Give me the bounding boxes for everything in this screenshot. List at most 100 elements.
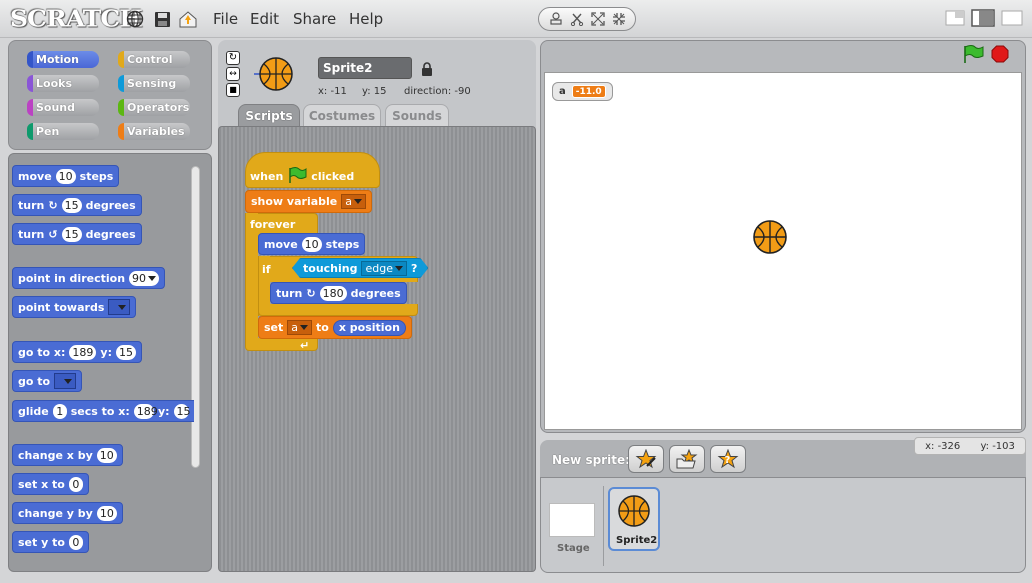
green-flag-icon (287, 166, 307, 186)
palette-scrollbar[interactable] (191, 166, 200, 468)
set-variable-block[interactable]: set a to x position (258, 316, 412, 339)
move-steps-block[interactable]: move 10 steps (258, 233, 366, 255)
block-input[interactable]: 1 (52, 403, 67, 419)
green-flag-icon[interactable] (962, 45, 984, 63)
coord-value: -326 (937, 440, 961, 452)
block-input[interactable]: 0 (68, 534, 83, 550)
touching-dropdown[interactable]: edge (361, 261, 407, 276)
paint-new-sprite-button[interactable] (628, 445, 664, 473)
block-input[interactable]: 10 (96, 447, 117, 463)
rotate-ccw-icon: ↺ (48, 227, 58, 241)
x-position-reporter[interactable]: x position (332, 319, 406, 336)
sprite-name-input[interactable]: Sprite2 (318, 57, 412, 79)
duplicate-stamp-icon[interactable] (547, 10, 565, 28)
block-input[interactable]: 180 (319, 285, 347, 301)
category-pen-label: Pen (36, 125, 60, 138)
stage-thumbnail[interactable] (549, 503, 595, 537)
palette-move-block[interactable]: move 10 steps (12, 165, 120, 187)
palette-set-x-block[interactable]: set x to 0 (12, 473, 89, 495)
normal-stage-mode-icon[interactable] (971, 9, 995, 27)
palette-change-x-block[interactable]: change x by 10 (12, 444, 123, 466)
block-text: set x to (18, 477, 65, 491)
surprise-sprite-button[interactable]: ? (710, 445, 746, 473)
block-input[interactable]: 15 (61, 226, 82, 242)
tab-costumes[interactable]: Costumes (303, 104, 381, 126)
block-input[interactable]: 10 (55, 168, 76, 184)
rotate-style-none-icon[interactable]: ■ (226, 83, 240, 97)
category-motion[interactable]: Motion (27, 51, 99, 68)
coord-label: x: (925, 440, 935, 452)
menu-share[interactable]: Share (293, 10, 336, 28)
menu-edit[interactable]: Edit (250, 10, 279, 28)
palette-change-y-block[interactable]: change y by 10 (12, 502, 123, 524)
block-input[interactable]: 15 (115, 344, 136, 360)
save-icon[interactable] (151, 8, 173, 30)
shrink-icon[interactable] (610, 10, 628, 28)
share-upload-icon[interactable] (177, 8, 199, 30)
block-text: to (316, 321, 329, 334)
touching-block[interactable]: touching edge? (292, 258, 428, 278)
palette-point-direction-block[interactable]: point in direction 90 (12, 267, 166, 289)
block-text: touching (303, 261, 358, 275)
sprite2-label: Sprite2 (616, 535, 658, 546)
dropdown-arrow-icon (64, 378, 73, 384)
block-input[interactable]: 15 (173, 403, 191, 419)
menu-file[interactable]: File (213, 10, 238, 28)
block-dropdown[interactable] (54, 373, 77, 389)
block-text: go to (18, 374, 51, 388)
globe-icon[interactable] (124, 8, 146, 30)
category-sound[interactable]: Sound (27, 99, 99, 116)
grow-icon[interactable] (589, 10, 607, 28)
palette-goto-block[interactable]: go to (12, 370, 83, 392)
block-text: ? (410, 261, 418, 275)
palette-glide-block[interactable]: glide 1 secs to x: 189 y: 15 (12, 400, 194, 422)
block-input: edge (365, 261, 393, 275)
category-sensing-label: Sensing (127, 77, 177, 90)
palette-turn-ccw-block[interactable]: turn ↺ 15 degrees (12, 223, 142, 245)
block-input[interactable]: 10 (301, 236, 322, 252)
category-sound-label: Sound (36, 101, 76, 114)
palette-turn-cw-block[interactable]: turn ↻ 15 degrees (12, 194, 142, 216)
variable-monitor[interactable]: a -11.0 (552, 82, 613, 101)
show-variable-block[interactable]: show variable a (245, 190, 372, 213)
block-input[interactable]: 10 (96, 505, 117, 521)
block-text: turn (276, 286, 303, 300)
category-control[interactable]: Control (118, 51, 190, 68)
block-dropdown[interactable]: 90 (129, 270, 160, 286)
choose-sprite-from-file-button[interactable] (669, 445, 705, 473)
block-text: point towards (18, 300, 105, 314)
block-text: move (264, 237, 298, 251)
block-input[interactable]: 189 (69, 344, 97, 360)
presentation-mode-icon[interactable] (1001, 10, 1023, 26)
block-input[interactable]: 189 (133, 403, 158, 419)
menu-help[interactable]: Help (349, 10, 383, 28)
lock-icon[interactable] (421, 61, 433, 76)
category-sensing[interactable]: Sensing (118, 75, 190, 92)
basketball-sprite[interactable] (752, 219, 788, 255)
category-variables[interactable]: Variables (118, 123, 190, 140)
small-stage-mode-icon[interactable] (945, 10, 965, 26)
rotate-style-full-icon[interactable]: ↻ (226, 51, 240, 65)
palette-point-towards-block[interactable]: point towards (12, 296, 137, 318)
variable-dropdown[interactable]: a (287, 320, 313, 335)
variable-dropdown[interactable]: a (341, 194, 366, 209)
tab-scripts[interactable]: Scripts (238, 104, 300, 126)
category-looks[interactable]: Looks (27, 75, 99, 92)
palette-goto-xy-block[interactable]: go to x: 189 y: 15 (12, 341, 142, 363)
category-pen[interactable]: Pen (27, 123, 99, 140)
category-operators[interactable]: Operators (118, 99, 190, 116)
block-input[interactable]: 15 (61, 197, 82, 213)
block-dropdown[interactable] (108, 299, 131, 315)
scratch-logo: SCRATCH (10, 4, 143, 33)
block-text: go to x: (18, 345, 66, 359)
turn-degrees-block[interactable]: turn ↻ 180 degrees (270, 282, 407, 304)
block-input: a (345, 195, 352, 208)
delete-scissors-icon[interactable] (568, 10, 586, 28)
category-control-label: Control (127, 53, 173, 66)
block-input[interactable]: 0 (68, 476, 83, 492)
stop-icon[interactable] (991, 45, 1009, 63)
variable-monitor-value: -11.0 (571, 85, 606, 98)
rotate-style-leftright-icon[interactable]: ↔ (226, 67, 240, 81)
tab-sounds[interactable]: Sounds (385, 104, 449, 126)
palette-set-y-block[interactable]: set y to 0 (12, 531, 89, 553)
